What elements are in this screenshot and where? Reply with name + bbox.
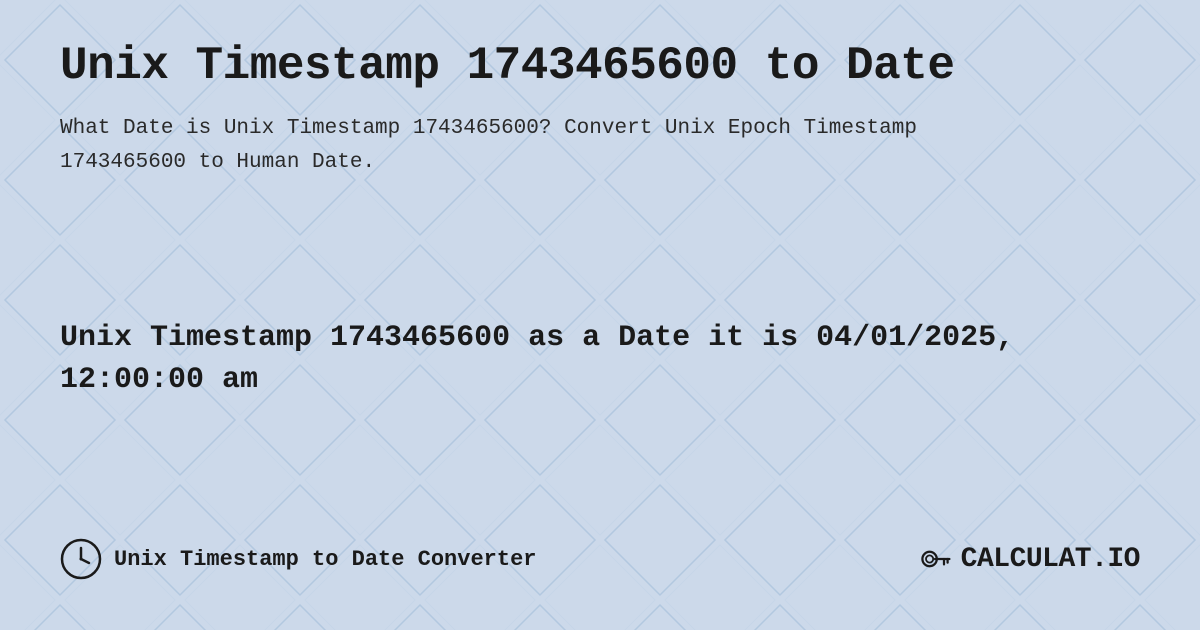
footer: Unix Timestamp to Date Converter CALCULA…: [60, 538, 1140, 590]
result-section: Unix Timestamp 1743465600 as a Date it i…: [60, 179, 1140, 538]
page-title: Unix Timestamp 1743465600 to Date: [60, 40, 1140, 92]
logo-text: CALCULAT.IO: [961, 544, 1140, 575]
result-text: Unix Timestamp 1743465600 as a Date it i…: [60, 317, 1060, 401]
calculat-logo: CALCULAT.IO: [917, 541, 1140, 577]
main-content: Unix Timestamp 1743465600 to Date What D…: [0, 0, 1200, 630]
footer-left: Unix Timestamp to Date Converter: [60, 538, 536, 580]
logo-icon: [917, 541, 953, 577]
clock-icon: [60, 538, 102, 580]
top-section: Unix Timestamp 1743465600 to Date What D…: [60, 40, 1140, 179]
page-description: What Date is Unix Timestamp 1743465600? …: [60, 112, 960, 179]
footer-label: Unix Timestamp to Date Converter: [114, 547, 536, 572]
